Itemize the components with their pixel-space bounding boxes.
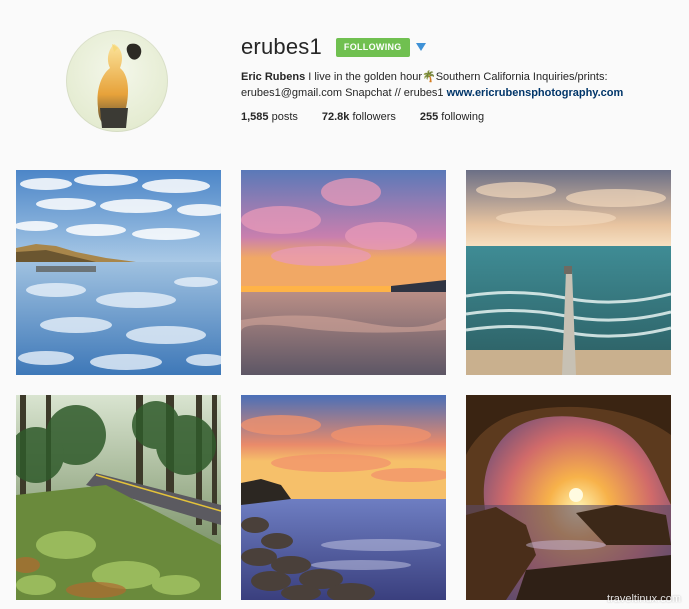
post-tile-2[interactable] [241,170,446,375]
bio-text: I live in the golden hour [305,71,422,83]
profile-stats: 1,585 posts 72.8k followers 255 followin… [241,111,681,123]
following-label: following [438,111,485,123]
following-button[interactable]: FOLLOWING [335,37,410,57]
posts-label: posts [268,111,298,123]
post-tile-6[interactable] [466,395,671,600]
full-name: Eric Rubens [241,71,306,83]
website-link[interactable]: www.ericrubensphotography.com [447,87,624,99]
post-tile-3[interactable] [466,170,671,375]
followers-label: followers [349,111,396,123]
profile-header: erubes1 FOLLOWING [241,32,681,62]
profile-bio: Eric Rubens I live in the golden hour🌴So… [241,69,661,101]
palm-tree-icon: 🌴 [422,71,436,83]
profile-info: erubes1 FOLLOWING Eric Rubens I live in … [241,32,681,123]
following-count: 255 [419,111,439,123]
following-stat[interactable]: 255 following [420,111,484,123]
posts-stat: 1,585 posts [241,111,298,123]
followers-count: 72.8k [321,111,350,123]
watermark: traveltinux.com [607,593,681,605]
profile-avatar[interactable] [66,30,168,132]
dropdown-arrow-icon[interactable] [415,43,426,51]
post-tile-4[interactable] [16,395,221,600]
posts-count: 1,585 [241,111,269,123]
post-tile-1[interactable] [16,170,221,375]
post-tile-5[interactable] [241,395,446,600]
followers-stat[interactable]: 72.8k followers [322,111,396,123]
username: erubes1 [241,34,322,59]
